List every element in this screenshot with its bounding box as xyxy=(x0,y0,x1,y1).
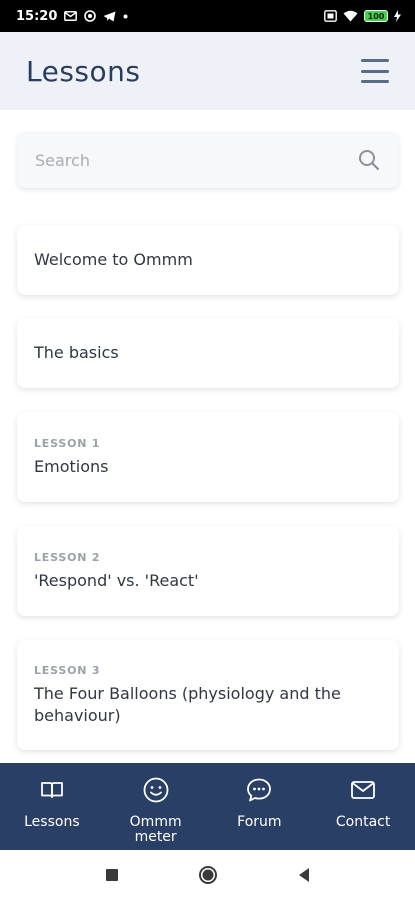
status-time: 15:20 xyxy=(16,8,58,24)
nav-item-lessons[interactable]: Lessons xyxy=(0,763,104,850)
search-box[interactable] xyxy=(17,132,399,188)
lesson-card-2[interactable]: LESSON 2 'Respond' vs. 'React' xyxy=(17,526,399,616)
lesson-card-basics[interactable]: The basics xyxy=(17,318,399,388)
system-nav-bar xyxy=(0,850,415,900)
menu-line xyxy=(361,59,389,62)
status-bar-left: 15:20 xyxy=(16,9,128,24)
lesson-card-1[interactable]: LESSON 1 Emotions xyxy=(17,412,399,502)
bottom-nav: Lessons Ommm meter Forum Contact xyxy=(0,763,415,850)
envelope-icon xyxy=(349,776,377,809)
app-header: Lessons xyxy=(0,32,415,110)
menu-line xyxy=(361,80,389,83)
home-circle-icon[interactable] xyxy=(194,861,222,889)
back-triangle-icon[interactable] xyxy=(290,861,318,889)
recents-square-icon[interactable] xyxy=(98,861,126,889)
lesson-title: Emotions xyxy=(34,456,109,476)
lesson-card-3[interactable]: LESSON 3 The Four Balloons (physiology a… xyxy=(17,640,399,750)
lesson-title: 'Respond' vs. 'React' xyxy=(34,570,199,590)
lesson-card-welcome[interactable]: Welcome to Ommm xyxy=(17,225,399,295)
nav-label: Forum xyxy=(237,814,282,830)
nav-item-ommm-meter[interactable]: Ommm meter xyxy=(104,763,208,850)
telegram-icon xyxy=(103,11,116,22)
page-title: Lessons xyxy=(26,54,141,88)
status-bar-right: 100 xyxy=(324,10,401,22)
status-bar: 15:20 100 xyxy=(0,0,415,32)
menu-line xyxy=(361,69,389,73)
battery-icon: 100 xyxy=(364,10,388,22)
hamburger-menu-icon[interactable] xyxy=(361,59,389,83)
charging-bolt-icon xyxy=(394,10,401,22)
nav-label: Lessons xyxy=(24,814,80,830)
nav-item-contact[interactable]: Contact xyxy=(311,763,415,850)
lesson-number: LESSON 1 xyxy=(34,436,101,450)
smiley-icon xyxy=(142,776,170,809)
lesson-number: LESSON 3 xyxy=(34,663,101,677)
nav-item-forum[interactable]: Forum xyxy=(208,763,312,850)
lesson-title: The Four Balloons (physiology and the be… xyxy=(34,683,341,725)
screen-record-icon xyxy=(324,10,337,22)
notification-dot-icon xyxy=(123,14,128,19)
wifi-icon xyxy=(343,10,358,22)
lessons-list-area[interactable]: Welcome to Ommm The basics LESSON 1 Emot… xyxy=(0,110,415,763)
chat-bubble-icon xyxy=(245,776,273,809)
nav-label: Contact xyxy=(335,814,391,830)
lesson-title: The basics xyxy=(34,343,119,362)
search-input[interactable] xyxy=(35,150,357,170)
lesson-number: LESSON 2 xyxy=(34,550,101,564)
lesson-title: Welcome to Ommm xyxy=(34,250,193,269)
book-icon xyxy=(38,776,66,809)
mail-icon xyxy=(64,11,78,21)
nav-label: Ommm meter xyxy=(129,814,182,845)
at-sign-icon xyxy=(84,10,97,22)
search-icon[interactable] xyxy=(357,148,381,172)
